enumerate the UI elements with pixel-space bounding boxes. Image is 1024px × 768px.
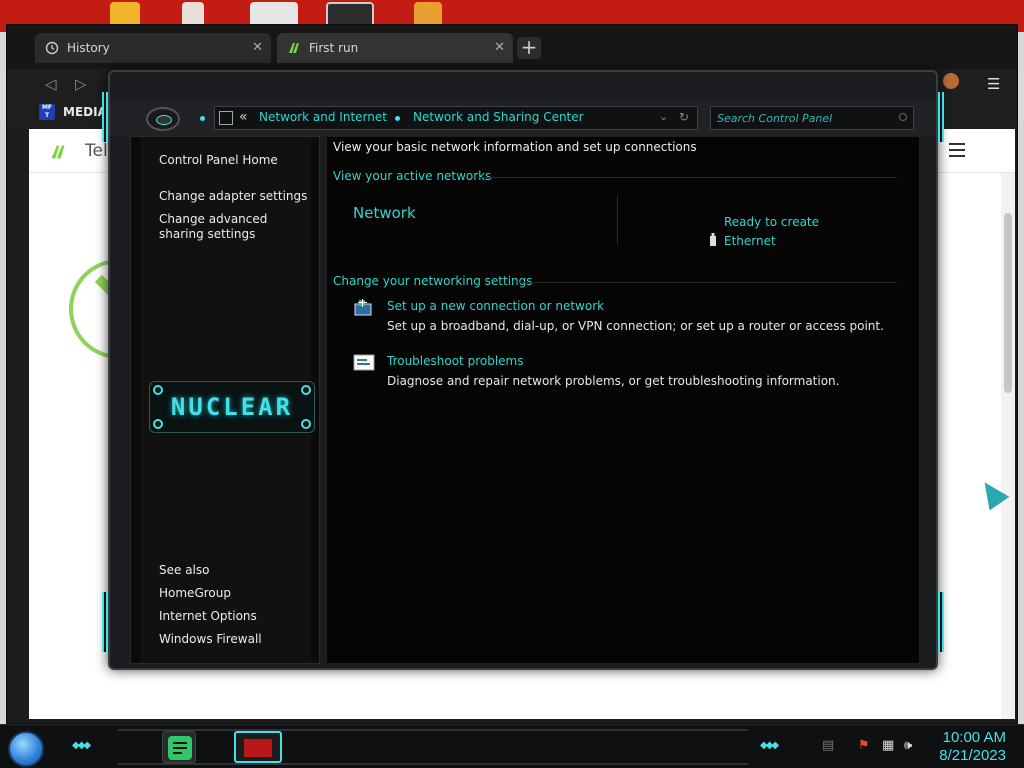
window-app-icon bbox=[244, 739, 272, 757]
ethernet-icon bbox=[710, 233, 716, 246]
taskbar-band bbox=[118, 729, 748, 765]
address-row: « Network and Internet Network and Shari… bbox=[110, 102, 936, 136]
nav-dot-icon bbox=[200, 116, 205, 121]
change-adapter-settings-link[interactable]: Change adapter settings bbox=[159, 189, 309, 204]
app-logo-icon bbox=[287, 41, 301, 55]
active-networks-heading: View your active networks bbox=[333, 169, 492, 183]
tab-history[interactable]: History ✕ bbox=[35, 33, 271, 63]
window-emblem-icon bbox=[146, 107, 180, 131]
history-icon bbox=[45, 41, 59, 55]
scrollbar-thumb[interactable] bbox=[1004, 213, 1012, 393]
back-icon[interactable]: ◁ bbox=[45, 75, 57, 93]
breadcrumb-network-and-internet[interactable]: Network and Internet bbox=[259, 110, 387, 124]
page-scrollbar[interactable] bbox=[1001, 173, 1015, 719]
ethernet-connection-link[interactable]: Ethernet bbox=[724, 234, 776, 248]
breadcrumb-separator-icon bbox=[395, 116, 400, 121]
forward-icon[interactable]: ▷ bbox=[75, 75, 87, 93]
browser-tab-bar: History ✕ First run ✕ + bbox=[7, 25, 1017, 69]
nuclear-logo-text: NUCLEAR bbox=[170, 393, 294, 421]
see-also-heading: See also bbox=[159, 563, 210, 577]
setup-connection-description: Set up a broadband, dial-up, or VPN conn… bbox=[387, 319, 884, 333]
address-bar[interactable]: « Network and Internet Network and Shari… bbox=[214, 106, 698, 130]
taskbar-accent-icon: ◆◆◆ bbox=[760, 740, 779, 751]
frame-accent-right-bottom bbox=[938, 592, 944, 652]
logo-corner-icon bbox=[301, 385, 311, 395]
frame-accent-left-bottom bbox=[102, 592, 108, 652]
logo-corner-icon bbox=[153, 385, 163, 395]
page-title: View your basic network information and … bbox=[333, 140, 697, 154]
section-divider bbox=[517, 282, 897, 283]
troubleshoot-link[interactable]: Troubleshoot problems bbox=[387, 354, 523, 368]
start-button[interactable] bbox=[8, 731, 44, 767]
change-settings-heading: Change your networking settings bbox=[333, 274, 533, 288]
taskbar-app-notes[interactable] bbox=[162, 731, 196, 763]
troubleshoot-description: Diagnose and repair network problems, or… bbox=[387, 374, 840, 388]
windows-firewall-link[interactable]: Windows Firewall bbox=[159, 632, 262, 647]
mediaf-icon: MF T bbox=[39, 104, 55, 120]
chevron-down-icon[interactable]: ⌄ bbox=[659, 110, 668, 123]
logo-corner-icon bbox=[153, 419, 163, 429]
clock-date: 8/21/2023 bbox=[939, 747, 1006, 764]
network-tray-icon[interactable]: ▦ bbox=[882, 738, 894, 753]
breadcrumb-network-sharing-center[interactable]: Network and Sharing Center bbox=[413, 110, 584, 124]
nuclear-logo: NUCLEAR bbox=[149, 381, 315, 433]
control-panel-home-link[interactable]: Control Panel Home bbox=[159, 153, 278, 168]
taskbar: ◆◆◆ ◆◆◆ ▤ ⚑ ▦ 🕪 10:00 AM 8/21/2023 bbox=[0, 724, 1024, 768]
logo-corner-icon bbox=[301, 419, 311, 429]
show-desktop-icon[interactable]: ▤ bbox=[822, 738, 834, 753]
notes-app-icon bbox=[168, 736, 192, 760]
control-panel-window: « Network and Internet Network and Shari… bbox=[102, 70, 944, 670]
system-clock[interactable]: 10:00 AM 8/21/2023 bbox=[939, 729, 1006, 765]
left-nav-pane: Control Panel Home Change adapter settin… bbox=[130, 136, 320, 664]
volume-icon[interactable]: 🕪 bbox=[904, 738, 912, 753]
access-type-value[interactable]: Ready to create bbox=[724, 215, 819, 229]
close-tab-icon[interactable]: ✕ bbox=[494, 40, 505, 55]
tab-label: History bbox=[67, 41, 110, 55]
page-menu-icon[interactable] bbox=[949, 143, 965, 157]
close-tab-icon[interactable]: ✕ bbox=[252, 40, 263, 55]
taskbar-accent-icon: ◆◆◆ bbox=[72, 740, 91, 751]
new-tab-button[interactable]: + bbox=[517, 37, 541, 59]
tab-label: First run bbox=[309, 41, 359, 55]
site-logo-icon bbox=[51, 145, 65, 159]
refresh-icon[interactable]: ↻ bbox=[679, 110, 689, 124]
breadcrumb-overflow[interactable]: « bbox=[239, 109, 248, 125]
search-box[interactable] bbox=[710, 106, 914, 130]
network-divider bbox=[617, 195, 618, 245]
action-center-flag-icon[interactable]: ⚑ bbox=[858, 738, 870, 753]
network-name: Network bbox=[353, 204, 416, 222]
main-content-pane: View your basic network information and … bbox=[326, 136, 920, 664]
taskbar-app-window[interactable] bbox=[234, 731, 282, 763]
network-setup-icon bbox=[354, 299, 372, 316]
tab-first-run[interactable]: First run ✕ bbox=[277, 33, 513, 63]
setup-connection-link[interactable]: Set up a new connection or network bbox=[387, 299, 604, 313]
internet-options-link[interactable]: Internet Options bbox=[159, 609, 257, 624]
frame-accent-left bbox=[102, 92, 108, 142]
change-advanced-sharing-link[interactable]: Change advanced sharing settings bbox=[159, 212, 309, 242]
clock-time: 10:00 AM bbox=[942, 729, 1006, 746]
browser-menu-icon[interactable]: ☰ bbox=[987, 75, 1000, 93]
frame-accent-right bbox=[938, 92, 944, 142]
section-divider bbox=[477, 177, 897, 178]
homegroup-link[interactable]: HomeGroup bbox=[159, 586, 231, 601]
control-panel-icon bbox=[219, 111, 233, 125]
troubleshoot-icon bbox=[353, 354, 375, 371]
search-icon[interactable] bbox=[899, 113, 907, 121]
search-input[interactable] bbox=[717, 110, 897, 126]
profile-avatar[interactable] bbox=[943, 73, 959, 89]
